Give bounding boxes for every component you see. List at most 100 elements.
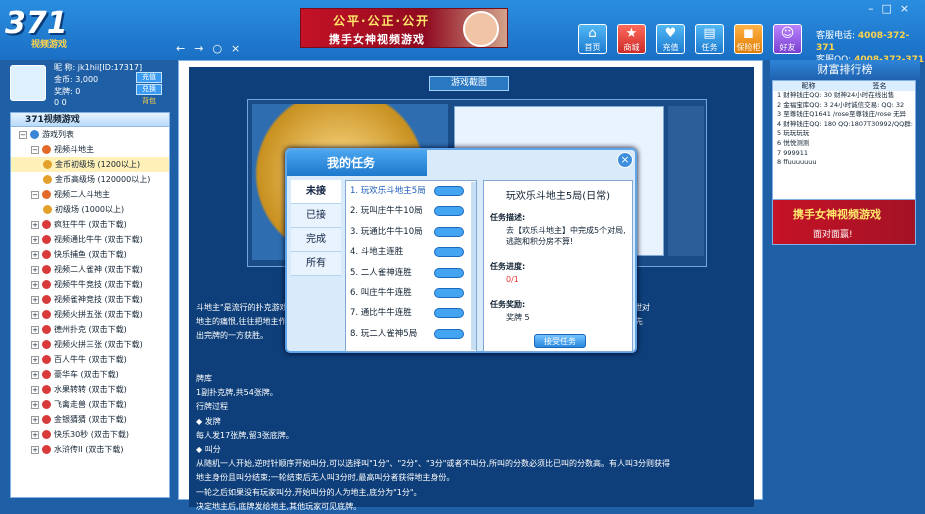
expand-toggle-icon[interactable]: + (31, 370, 39, 379)
back-icon[interactable]: ← (176, 42, 185, 55)
expand-toggle-icon[interactable]: + (31, 400, 39, 409)
close-window-icon[interactable]: × (900, 2, 909, 15)
expand-toggle-icon[interactable]: + (31, 235, 39, 244)
recharge-button[interactable]: ♥ 充值 (656, 24, 685, 54)
rank-row[interactable]: 5 玩玩玩玩 (773, 129, 915, 139)
tree-item[interactable]: + 飞禽走兽 (双击下载) (11, 397, 169, 412)
task-item[interactable]: 2. 玩叫庄牛牛10局 (346, 201, 476, 221)
tree-item[interactable]: − 视频二人斗地主 (11, 187, 169, 202)
task-item[interactable]: 7. 通比牛牛连胜 (346, 303, 476, 323)
top-banner-ad[interactable]: 公平·公正·公开 携手女神视频游戏 (300, 8, 508, 48)
rank-row[interactable]: 2 金福宝库QQ: 3 24小时诚信交易: QQ: 32 (773, 101, 915, 111)
tree-item-label: 视频通比牛牛 (双击下载) (54, 235, 143, 244)
expand-toggle-icon[interactable]: + (31, 445, 39, 454)
rules-line: 1副扑克牌,共54张牌。 (196, 388, 278, 398)
home-button[interactable]: ⌂ 首页 (578, 24, 607, 54)
task-tabs: 未接 已接 完成 所有 (291, 180, 341, 276)
tree-item[interactable]: + 视频二人雀神 (双击下载) (11, 262, 169, 277)
rank-row[interactable]: 7 999911 (773, 149, 915, 159)
task-item[interactable]: 8. 玩二人雀神5局 (346, 324, 476, 344)
task-item[interactable]: 1. 玩欢乐斗地主5局 (346, 181, 476, 201)
stop-icon[interactable]: × (231, 42, 240, 55)
expand-toggle-icon[interactable]: + (31, 265, 39, 274)
rank-row[interactable]: 8 ffuuuuuuu (773, 158, 915, 168)
task-list-scrollbar[interactable] (471, 182, 476, 350)
safe-button[interactable]: ◼ 保险柜 (734, 24, 763, 54)
tree-root[interactable]: 371视频游戏 (11, 113, 169, 127)
side-ad[interactable]: 携手女神视频游戏 面对面赢! (772, 199, 916, 245)
forward-icon[interactable]: → (194, 42, 203, 55)
game-icon (42, 220, 51, 229)
expand-toggle-icon[interactable]: + (31, 250, 39, 259)
tab-completed[interactable]: 完成 (291, 228, 341, 252)
tree-item[interactable]: − 游戏列表 (11, 127, 169, 142)
expand-toggle-icon[interactable]: + (31, 430, 39, 439)
expand-toggle-icon[interactable]: − (31, 145, 39, 154)
tree-item[interactable]: + 视频火拼五张 (双击下载) (11, 307, 169, 322)
tree-item[interactable]: + 水浒传II (双击下载) (11, 442, 169, 457)
tree-item[interactable]: + 金银猜猜 (双击下载) (11, 412, 169, 427)
exchange-button[interactable]: 兑换 (136, 84, 162, 95)
rank-title: 财富排行榜 (770, 60, 920, 80)
tree-item[interactable]: + 视频雀神竞技 (双击下载) (11, 292, 169, 307)
tree-item[interactable]: + 视频火拼三张 (双击下载) (11, 337, 169, 352)
accept-task-button[interactable]: 接受任务 (534, 334, 586, 348)
expand-toggle-icon[interactable]: + (31, 310, 39, 319)
tree-item[interactable]: + 百人牛牛 (双击下载) (11, 352, 169, 367)
tree-item-label: 疯狂牛牛 (双击下载) (54, 220, 127, 229)
reward-label: 任务奖励: (490, 300, 526, 309)
task-item[interactable]: 4. 斗地主连胜 (346, 242, 476, 262)
tree-item-label: 视频雀神竞技 (双击下载) (54, 295, 143, 304)
maximize-icon[interactable]: □ (882, 2, 892, 15)
expand-toggle-icon[interactable]: + (31, 325, 39, 334)
expand-toggle-icon[interactable]: − (19, 130, 27, 139)
tree-item[interactable]: − 视频斗地主 (11, 142, 169, 157)
game-icon (42, 400, 51, 409)
tree-item[interactable]: 初级场 (1000以上) (11, 202, 169, 217)
rules-line: 牌库 (196, 374, 212, 383)
minimize-icon[interactable]: – (868, 2, 874, 15)
tab-unaccepted[interactable]: 未接 (291, 180, 341, 204)
rank-row[interactable]: 4 财神钱庄QQ: 180 QQ:1807T30992/QQ群: (773, 120, 915, 130)
tree-item[interactable]: + 视频牛牛竞技 (双击下载) (11, 277, 169, 292)
rank-row[interactable]: 6 悦悦测测 (773, 139, 915, 149)
tree-item[interactable]: + 豪华车 (双击下载) (11, 367, 169, 382)
tree-item[interactable]: + 快乐30秒 (双击下载) (11, 427, 169, 442)
tree-item[interactable]: + 水果转转 (双击下载) (11, 382, 169, 397)
task-button[interactable]: ▤ 任务 (695, 24, 724, 54)
expand-toggle-icon[interactable]: + (31, 280, 39, 289)
task-item[interactable]: 3. 玩通比牛牛10局 (346, 222, 476, 242)
tree-item[interactable]: + 德州扑克 (双击下载) (11, 322, 169, 337)
rank-row[interactable]: 3 至尊钱庄Q1641 /rose至尊钱庄/rose 无异 (773, 110, 915, 120)
avatar[interactable] (10, 65, 46, 101)
game-icon (42, 430, 51, 439)
tree-item[interactable]: + 疯狂牛牛 (双击下载) (11, 217, 169, 232)
tree-item[interactable]: 金币高级场 (120000以上) (11, 172, 169, 187)
task-item[interactable]: 6. 叫庄牛牛连胜 (346, 283, 476, 303)
expand-toggle-icon[interactable]: + (31, 355, 39, 364)
rank-table: 昵称 签名 1 财神钱庄QQ: 30 财神24小时在线出售 2 金福宝库QQ: 3… (772, 80, 916, 200)
tab-accepted[interactable]: 已接 (291, 204, 341, 228)
recharge-small-button[interactable]: 充值 (136, 72, 162, 83)
expand-toggle-icon[interactable]: + (31, 385, 39, 394)
tree-item-label: 视频火拼三张 (双击下载) (54, 340, 143, 349)
friends-button[interactable]: ☺ 好友 (773, 24, 802, 54)
task-label: 5. 二人雀神连胜 (350, 267, 412, 278)
tree-item[interactable]: + 快乐捕鱼 (双击下载) (11, 247, 169, 262)
game-tree: 371视频游戏 − 游戏列表 − 视频斗地主 金币初级场 (1200以上) 金币高级场 (… (10, 112, 170, 498)
bag-button[interactable]: 背包 (136, 97, 162, 108)
expand-toggle-icon[interactable]: + (31, 415, 39, 424)
expand-toggle-icon[interactable]: + (31, 220, 39, 229)
task-item[interactable]: 5. 二人雀神连胜 (346, 263, 476, 283)
expand-toggle-icon[interactable]: + (31, 295, 39, 304)
tab-all[interactable]: 所有 (291, 252, 341, 276)
tree-item[interactable]: + 视频通比牛牛 (双击下载) (11, 232, 169, 247)
refresh-icon[interactable]: ○ (212, 42, 222, 55)
shop-button[interactable]: ★ 商城 (617, 24, 646, 54)
close-icon[interactable]: × (617, 152, 633, 168)
expand-toggle-icon[interactable]: + (31, 340, 39, 349)
rank-row[interactable]: 1 财神钱庄QQ: 30 财神24小时在线出售 (773, 91, 915, 101)
tree-item-label: 豪华车 (双击下载) (54, 370, 119, 379)
tree-item[interactable]: 金币初级场 (1200以上) (11, 157, 169, 172)
expand-toggle-icon[interactable]: − (31, 190, 39, 199)
